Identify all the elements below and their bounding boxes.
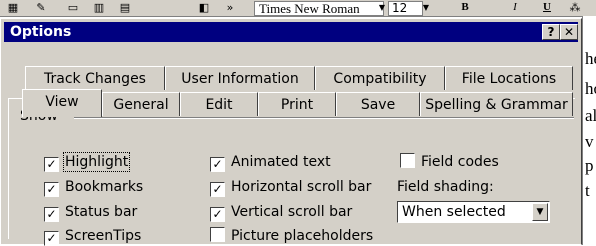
tab-compatibility[interactable]: Compatibility <box>315 66 445 90</box>
drawing-icon[interactable]: ✎ <box>32 1 50 14</box>
help-button[interactable]: ? <box>542 24 560 40</box>
tab-spelling-grammar[interactable]: Spelling & Grammar <box>420 92 573 116</box>
formatting-toolbar: ▦ ✎ ▭ ▥ ▤ ◧ » Times New Roman ▼ 12 ▼ B I… <box>0 0 596 17</box>
checkbox-label: Bookmarks <box>65 179 144 195</box>
field-shading-label: Field shading: <box>397 179 494 195</box>
font-name-box[interactable]: Times New Roman <box>254 1 384 16</box>
doc-fragment: ho <box>585 79 596 98</box>
tab-edit[interactable]: Edit <box>180 92 258 116</box>
bold-button[interactable]: B <box>458 1 472 14</box>
excel-icon[interactable]: ▤ <box>116 1 134 14</box>
checkmark-icon: ✓ <box>44 157 59 172</box>
underline-button[interactable]: U <box>540 1 554 14</box>
tab-save[interactable]: Save <box>336 92 420 116</box>
view-icon[interactable]: ▦ <box>4 1 22 14</box>
tab-print[interactable]: Print <box>258 92 336 116</box>
checkmark-icon: ✓ <box>210 157 225 172</box>
frame-icon[interactable]: ◧ <box>196 1 212 14</box>
table-icon[interactable]: ▭ <box>64 1 82 14</box>
screentips-checkbox[interactable]: ✓ ScreenTips <box>44 227 142 246</box>
tab-view[interactable]: View <box>22 89 102 117</box>
checkbox-label: Horizontal scroll bar <box>231 179 372 195</box>
tab-user-information[interactable]: User Information <box>165 66 315 90</box>
checkbox-empty <box>210 227 225 242</box>
italic-button[interactable]: I <box>508 1 522 14</box>
highlight-checkbox[interactable]: ✓ Highlight <box>44 152 131 172</box>
checkbox-empty <box>400 153 415 168</box>
checkbox-label: Status bar <box>65 204 138 220</box>
size-dropdown-icon[interactable]: ▼ <box>422 1 430 14</box>
dropdown-arrow-icon[interactable]: ▼ <box>532 203 548 221</box>
checkbox-label: ScreenTips <box>65 228 142 244</box>
font-size-box[interactable]: 12 <box>388 1 423 16</box>
more-icon[interactable]: ⁂ <box>566 1 584 14</box>
tab-file-locations[interactable]: File Locations <box>445 66 573 90</box>
dialog-title: Options <box>10 24 72 40</box>
doc-fragment: t <box>585 181 590 200</box>
checkmark-icon: ✓ <box>44 207 59 222</box>
columns-icon[interactable]: ▥ <box>90 1 108 14</box>
more-buttons-icon[interactable]: » <box>222 1 238 14</box>
tab-track-changes[interactable]: Track Changes <box>25 66 165 90</box>
doc-fragment: p <box>585 156 594 175</box>
checkbox-label: Field codes <box>421 154 499 170</box>
bookmarks-checkbox[interactable]: ✓ Bookmarks <box>44 178 144 197</box>
field-shading-value: When selected <box>402 204 506 220</box>
doc-fragment: he <box>585 49 596 68</box>
close-button[interactable]: ✕ <box>560 24 578 40</box>
document-page: he ho al v p t <box>582 16 596 245</box>
doc-fragment: v <box>585 132 594 151</box>
checkmark-icon: ✓ <box>44 182 59 197</box>
tab-general[interactable]: General <box>102 92 180 116</box>
checkbox-label: Highlight <box>62 152 131 172</box>
field-shading-select[interactable]: When selected ▼ <box>397 201 550 223</box>
checkmark-icon: ✓ <box>210 182 225 197</box>
checkmark-icon: ✓ <box>44 231 59 246</box>
horizontal-scroll-bar-checkbox[interactable]: ✓ Horizontal scroll bar <box>210 178 372 197</box>
dialog-titlebar[interactable]: Options ? ✕ <box>4 22 578 42</box>
vertical-scroll-bar-checkbox[interactable]: ✓ Vertical scroll bar <box>210 203 353 222</box>
checkbox-label: Animated text <box>231 154 331 170</box>
checkbox-label: Picture placeholders <box>231 228 374 244</box>
status-bar-checkbox[interactable]: ✓ Status bar <box>44 203 138 222</box>
doc-fragment: al <box>585 106 596 125</box>
animated-text-checkbox[interactable]: ✓ Animated text <box>210 153 331 172</box>
checkmark-icon: ✓ <box>210 207 225 222</box>
checkbox-label: Vertical scroll bar <box>231 204 353 220</box>
picture-placeholders-checkbox[interactable]: Picture placeholders <box>210 227 373 245</box>
font-dropdown-icon[interactable]: ▼ <box>378 1 386 14</box>
field-codes-checkbox[interactable]: Field codes <box>400 153 499 171</box>
group-divider <box>74 117 574 119</box>
